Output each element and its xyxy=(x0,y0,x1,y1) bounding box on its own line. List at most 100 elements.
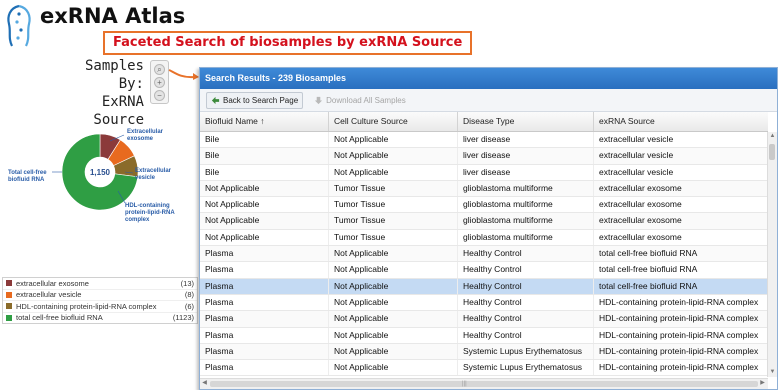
legend-swatch xyxy=(6,303,12,310)
donut-label-hdl: HDL-containing protein-lipid-RNA complex xyxy=(125,203,175,223)
cell-culture-source: Not Applicable xyxy=(329,164,458,180)
download-all-button[interactable]: Download All Samples xyxy=(309,92,411,109)
cell-disease-type: glioblastoma multiforme xyxy=(458,197,594,213)
legend-label: total cell-free biofluid RNA xyxy=(16,313,103,323)
scroll-up-icon[interactable]: ▲ xyxy=(769,133,776,140)
table-row[interactable]: Not Applicable Tumor Tissue glioblastoma m… xyxy=(200,213,768,230)
legend-swatch xyxy=(6,280,12,287)
cell-disease-type: Healthy Control xyxy=(458,262,594,278)
cell-culture-source: Tumor Tissue xyxy=(329,213,458,229)
table-row[interactable]: Plasma Not Applicable Systemic Lupus Eryth… xyxy=(200,343,768,361)
cell-disease-type: Healthy Control xyxy=(458,294,594,311)
cell-culture-source: Not Applicable xyxy=(329,327,458,343)
cell-exrna-source: HDL-containing protein-lipid-RNA complex xyxy=(599,296,759,307)
cell-exrna-source: extracellular vesicle xyxy=(599,166,674,177)
legend-swatch xyxy=(6,291,12,298)
search-results-panel: Search Results - 239 Biosamples Back to … xyxy=(199,67,778,390)
table-row[interactable]: Bile Not Applicable liver disease extracell… xyxy=(200,148,768,165)
cell-biofluid: Plasma xyxy=(200,246,329,262)
table-row[interactable]: Bile Not Applicable liver disease extracell… xyxy=(200,164,768,181)
grid-body: Bile Not Applicable liver disease extracell… xyxy=(200,132,768,377)
exrna-source-donut: 1,150 Extracellular exosome Extracellular… xyxy=(8,129,175,223)
cell-exrna-source: total cell-free biofluid RNA xyxy=(599,248,698,259)
cell-biofluid: Not Applicable xyxy=(200,197,329,213)
column-header-biofluid[interactable]: Biofluid Name ↑ xyxy=(200,112,329,131)
scroll-grip-icon: ||| xyxy=(462,381,467,387)
back-to-search-label: Back to Search Page xyxy=(223,95,299,105)
vertical-scrollbar[interactable]: ▲ ▼ xyxy=(767,132,777,377)
table-row[interactable]: Not Applicable Tumor Tissue glioblastoma m… xyxy=(200,197,768,214)
legend-item[interactable]: HDL-containing protein-lipid-RNA complex… xyxy=(3,301,197,313)
column-header-cell-culture[interactable]: Cell Culture Source xyxy=(329,112,458,131)
table-row[interactable]: Plasma Not Applicable Healthy Control total… xyxy=(200,246,768,263)
cell-disease-type: glioblastoma multiforme xyxy=(458,180,594,197)
cell-exrna-source: total cell-free biofluid RNA xyxy=(599,264,698,275)
arrow-icon xyxy=(168,69,199,80)
scroll-right-icon[interactable]: ▶ xyxy=(759,380,766,387)
callout-banner: Faceted Search of biosamples by exRNA So… xyxy=(103,31,473,55)
donut-label-exosome: Extracellular exosome xyxy=(127,129,164,142)
cell-biofluid: Plasma xyxy=(200,262,329,278)
cell-culture-source: Not Applicable xyxy=(329,311,458,327)
legend-item[interactable]: extracellular vesicle (8) xyxy=(3,290,197,301)
table-row[interactable]: Not Applicable Tumor Tissue glioblastoma m… xyxy=(200,180,768,198)
scroll-left-icon[interactable]: ◀ xyxy=(201,380,208,387)
legend-label: extracellular vesicle xyxy=(16,290,82,300)
grid-header: Biofluid Name ↑ Cell Culture Source Dise… xyxy=(200,112,768,132)
cell-exrna-source: HDL-containing protein-lipid-RNA complex xyxy=(599,313,759,324)
cell-biofluid: Plasma xyxy=(200,360,329,376)
cell-disease-type: glioblastoma multiforme xyxy=(458,229,594,246)
column-header-disease[interactable]: Disease Type xyxy=(458,112,594,131)
cell-exrna-source: extracellular exosome xyxy=(599,182,682,193)
cell-biofluid: Bile xyxy=(200,164,329,180)
table-row[interactable]: Plasma Not Applicable Healthy Control HDL-c… xyxy=(200,294,768,312)
cell-disease-type: Healthy Control xyxy=(458,311,594,327)
table-row[interactable]: Plasma Not Applicable Healthy Control total… xyxy=(200,278,768,295)
cell-disease-type: liver disease xyxy=(458,148,594,164)
cell-exrna-source: HDL-containing protein-lipid-RNA complex xyxy=(599,345,759,356)
cell-exrna-source: HDL-containing protein-lipid-RNA complex xyxy=(599,329,759,340)
legend-count: (13) xyxy=(180,278,194,288)
legend-item[interactable]: extracellular exosome (13) xyxy=(3,278,197,290)
cell-disease-type: Systemic Lupus Erythematosus xyxy=(458,360,594,376)
table-row[interactable]: Plasma Not Applicable Healthy Control HDL-c… xyxy=(200,311,768,328)
cell-exrna-source: total cell-free biofluid RNA xyxy=(599,280,698,291)
plus-icon[interactable]: + xyxy=(154,77,165,88)
back-to-search-button[interactable]: Back to Search Page xyxy=(206,91,304,109)
cell-biofluid: Plasma xyxy=(200,278,329,294)
cell-culture-source: Tumor Tissue xyxy=(329,197,458,213)
facet-heading-line1: Samples By: xyxy=(84,58,144,92)
search-icon[interactable]: ⌕ xyxy=(154,64,165,75)
cell-exrna-source: extracellular vesicle xyxy=(599,150,674,161)
cell-exrna-source: extracellular exosome xyxy=(599,231,682,242)
donut-label-vesicle: Extracellular vesicle xyxy=(135,168,172,181)
cell-culture-source: Not Applicable xyxy=(329,132,458,148)
column-header-exrna-source[interactable]: exRNA Source xyxy=(594,112,768,131)
cell-culture-source: Not Applicable xyxy=(329,360,458,376)
cell-biofluid: Plasma xyxy=(200,311,329,327)
cell-biofluid: Not Applicable xyxy=(200,180,329,197)
cell-culture-source: Not Applicable xyxy=(329,343,458,360)
cell-biofluid: Not Applicable xyxy=(200,229,329,246)
vertical-scroll-thumb[interactable] xyxy=(769,144,775,160)
table-row[interactable]: Bile Not Applicable liver disease extracell… xyxy=(200,132,768,149)
table-row[interactable]: Not Applicable Tumor Tissue glioblastoma m… xyxy=(200,229,768,247)
legend-item[interactable]: total cell-free biofluid RNA (1123) xyxy=(3,313,197,324)
cell-culture-source: Not Applicable xyxy=(329,262,458,278)
cell-biofluid: Not Applicable xyxy=(200,213,329,229)
legend-label: extracellular exosome xyxy=(16,278,89,288)
cell-culture-source: Not Applicable xyxy=(329,148,458,164)
table-row[interactable]: Plasma Not Applicable Healthy Control total… xyxy=(200,262,768,279)
cell-exrna-source: extracellular vesicle xyxy=(599,134,674,144)
legend-label: HDL-containing protein-lipid-RNA complex xyxy=(16,301,157,311)
horizontal-scrollbar[interactable]: ◀ ||| ▶ xyxy=(200,378,768,389)
table-row[interactable]: Plasma Not Applicable Healthy Control HDL-c… xyxy=(200,327,768,344)
table-row[interactable]: Plasma Not Applicable Systemic Lupus Eryth… xyxy=(200,360,768,377)
cell-disease-type: Systemic Lupus Erythematosus xyxy=(458,343,594,360)
cell-exrna-source: extracellular exosome xyxy=(599,199,682,210)
minus-icon[interactable]: − xyxy=(154,90,165,101)
legend-count: (8) xyxy=(184,290,194,300)
scroll-down-icon[interactable]: ▼ xyxy=(769,369,776,376)
cell-disease-type: Healthy Control xyxy=(458,327,594,343)
horizontal-scroll-thumb[interactable] xyxy=(210,381,758,387)
